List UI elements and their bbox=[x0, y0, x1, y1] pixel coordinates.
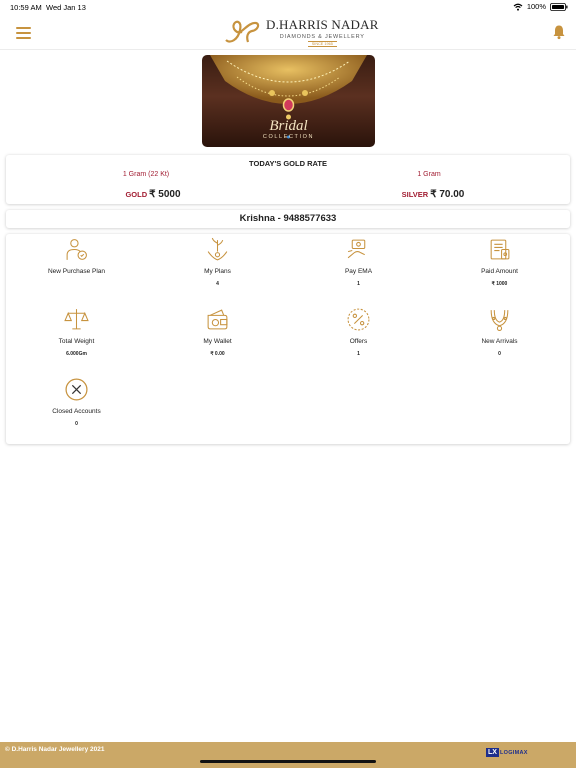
tile-label: Paid Amount bbox=[481, 268, 518, 275]
gold-price: GOLD ₹ 5000 bbox=[63, 189, 243, 200]
tile-my-wallet[interactable]: My Wallet ₹ 0.00 bbox=[147, 304, 288, 368]
status-bar: 10:59 AM Wed Jan 13 100% bbox=[0, 0, 576, 14]
necklace-icon bbox=[487, 307, 512, 332]
status-right: 100% bbox=[513, 2, 568, 11]
gold-price-value: ₹ 5000 bbox=[149, 189, 181, 200]
tile-label: Pay EMA bbox=[344, 268, 373, 275]
tile-total-weight[interactable]: Total Weight 6.000Gm bbox=[6, 304, 147, 368]
tile-value: 1 bbox=[357, 281, 360, 287]
tile-new-arrivals[interactable]: New Arrivals 0 bbox=[429, 304, 570, 368]
pay-ema-icon bbox=[346, 237, 371, 262]
tile-value: 0 bbox=[75, 421, 78, 427]
user-info-card: Krishna - 9488577633 bbox=[6, 210, 570, 228]
banner-title: Bridal bbox=[269, 118, 308, 134]
hamburger-menu-icon[interactable] bbox=[16, 27, 31, 39]
brand-tagline: DIAMONDS & JEWELLERY bbox=[279, 34, 365, 40]
tile-pay-ema[interactable]: Pay EMA 1 bbox=[288, 234, 429, 298]
app-footer: © D.Harris Nadar Jewellery 2021 LX LOGIM… bbox=[0, 742, 576, 768]
tile-value: ₹ 0.00 bbox=[210, 351, 225, 357]
silver-price-value: ₹ 70.00 bbox=[430, 189, 465, 200]
tile-value: 4 bbox=[216, 281, 219, 287]
footer-copyright: © D.Harris Nadar Jewellery 2021 bbox=[5, 746, 105, 753]
dashboard-grid: New Purchase Plan My Plans 4 Pay EMA 1 P… bbox=[6, 234, 570, 444]
logimax-logo[interactable]: LX LOGIMAX bbox=[486, 748, 528, 757]
silver-unit: 1 Gram bbox=[417, 171, 441, 178]
tile-label: My Plans bbox=[204, 268, 231, 275]
tile-closed-accounts[interactable]: Closed Accounts 0 bbox=[6, 374, 147, 438]
brand-since: SINCE 1965 bbox=[307, 41, 337, 47]
percent-offer-icon bbox=[346, 307, 371, 332]
tile-value: 6.000Gm bbox=[66, 351, 87, 357]
gold-rate-title: TODAY'S GOLD RATE bbox=[249, 159, 327, 168]
status-time: 10:59 AM bbox=[10, 3, 42, 12]
gold-unit: 1 Gram (22 Kt) bbox=[122, 171, 170, 178]
wallet-icon bbox=[205, 307, 230, 332]
tile-label: Total Weight bbox=[58, 338, 95, 345]
tile-label: New Purchase Plan bbox=[47, 268, 106, 275]
banner-subtitle: COLLECTION bbox=[262, 134, 315, 140]
banner-caption: Bridal COLLECTION bbox=[202, 118, 375, 141]
bell-icon[interactable] bbox=[552, 24, 566, 40]
user-name-phone: Krishna - 9488577633 bbox=[239, 213, 337, 224]
brand-logo: D.HARRIS NADAR DIAMONDS & JEWELLERY SINC… bbox=[220, 14, 379, 50]
logimax-mark: LX bbox=[486, 748, 499, 757]
tile-label: New Arrivals bbox=[481, 338, 518, 345]
tile-value: 1 bbox=[357, 351, 360, 357]
close-circle-icon bbox=[64, 377, 89, 402]
tile-label: Closed Accounts bbox=[52, 408, 101, 415]
tile-label: Offers bbox=[349, 338, 368, 345]
tile-label: My Wallet bbox=[203, 338, 232, 345]
battery-percent: 100% bbox=[526, 2, 546, 11]
tile-new-purchase-plan[interactable]: New Purchase Plan bbox=[6, 234, 147, 298]
silver-price: SILVER ₹ 70.00 bbox=[343, 189, 523, 200]
home-indicator[interactable] bbox=[200, 760, 376, 763]
brand-name: D.HARRIS NADAR bbox=[266, 17, 379, 32]
wifi-icon bbox=[513, 3, 523, 11]
app-header: D.HARRIS NADAR DIAMONDS & JEWELLERY SINC… bbox=[0, 14, 576, 50]
gold-rate-card: TODAY'S GOLD RATE 1 Gram (22 Kt) 1 Gram … bbox=[6, 155, 570, 204]
paid-amount-icon bbox=[487, 237, 512, 262]
tile-value: 0 bbox=[498, 351, 501, 357]
bridal-collection-banner[interactable]: Bridal COLLECTION bbox=[202, 55, 375, 147]
new-purchase-plan-icon bbox=[64, 237, 89, 262]
tile-offers[interactable]: Offers 1 bbox=[288, 304, 429, 368]
tile-paid-amount[interactable]: Paid Amount ₹ 1000 bbox=[429, 234, 570, 298]
battery-icon bbox=[550, 2, 568, 11]
my-plans-icon bbox=[205, 237, 230, 262]
silver-label: SILVER bbox=[401, 190, 429, 199]
status-date: Wed Jan 13 bbox=[46, 3, 86, 12]
logimax-name: LOGIMAX bbox=[499, 749, 528, 756]
tile-value: ₹ 1000 bbox=[491, 281, 508, 287]
gold-label: GOLD bbox=[125, 190, 148, 199]
balance-scale-icon bbox=[64, 307, 89, 332]
brand-monogram-icon bbox=[225, 20, 260, 43]
tile-my-plans[interactable]: My Plans 4 bbox=[147, 234, 288, 298]
